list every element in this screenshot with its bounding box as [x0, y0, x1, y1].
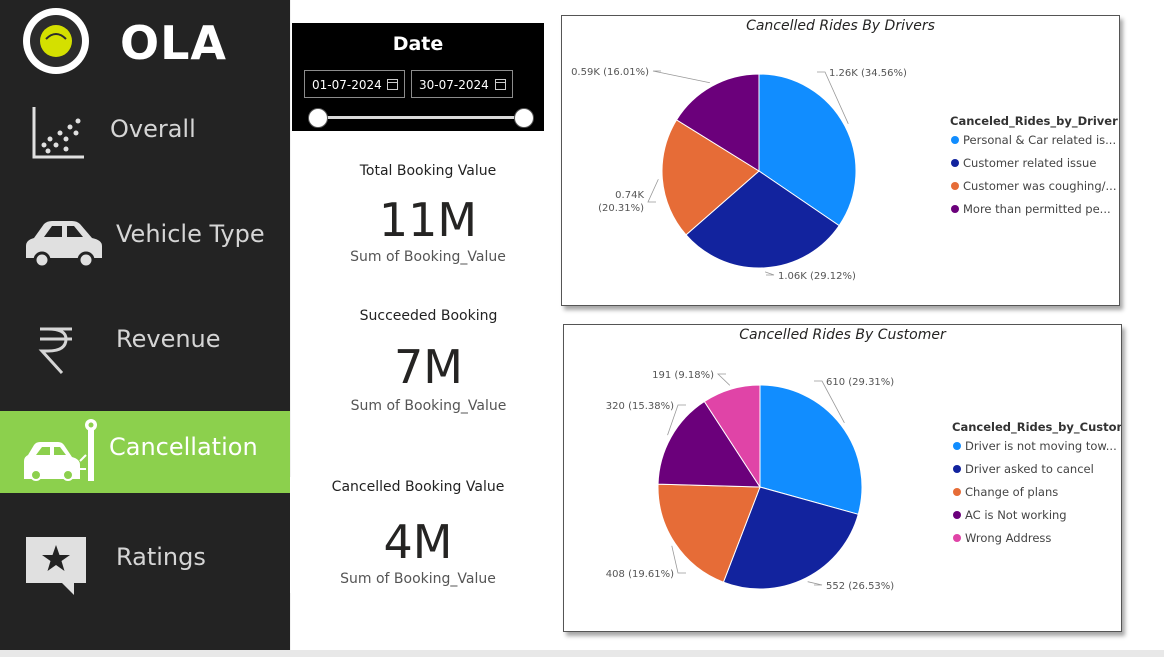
legend-title: Canceled_Rides_by_Driver — [950, 114, 1118, 129]
sidebar-item-ratings[interactable]: Ratings — [0, 521, 290, 603]
date-range-start-handle[interactable] — [308, 108, 328, 128]
sidebar-item-overall[interactable]: Overall — [0, 93, 290, 175]
legend-item[interactable]: AC is Not working — [965, 508, 1067, 522]
leader-line — [652, 70, 710, 84]
legend-marker — [953, 488, 961, 496]
legend-marker — [951, 159, 959, 167]
legend-marker — [953, 534, 961, 542]
succeeded-booking-card: Succeeded Booking 7M Sum of Booking_Valu… — [304, 306, 553, 419]
total-booking-value-card: Total Booking Value 11M Sum of Booking_V… — [307, 161, 549, 267]
card-subtitle: Sum of Booking_Value — [350, 249, 506, 265]
leader-line — [807, 581, 823, 586]
end-date-input[interactable]: 30-07-2024 — [411, 70, 513, 98]
sidebar-item-label: Ratings — [116, 543, 206, 571]
legend-marker — [953, 511, 961, 519]
ola-logo: OLA — [20, 6, 230, 76]
legend-item[interactable]: Customer was coughing/... — [963, 179, 1116, 193]
legend-marker — [951, 205, 959, 213]
pie-chart-customer: 610 (29.31%) 552 (26.53%) 408 (19.61%) 320 … — [606, 370, 1121, 592]
scatter-chart-icon — [32, 107, 84, 159]
legend-marker — [951, 182, 959, 190]
legend-item[interactable]: Wrong Address — [965, 531, 1051, 545]
car-crash-icon — [24, 419, 97, 481]
sidebar-item-revenue[interactable]: Revenue — [0, 303, 290, 385]
card-value: 7M — [394, 340, 463, 394]
ola-logo-mark — [23, 8, 89, 74]
data-label: 191 (9.18%) — [652, 370, 714, 381]
start-date-input[interactable]: 01-07-2024 — [304, 70, 405, 98]
legend-title: Canceled_Rides_by_Custom... — [952, 420, 1121, 435]
car-icon — [26, 221, 102, 269]
card-title: Succeeded Booking — [359, 308, 498, 324]
logo-text: OLA — [120, 16, 228, 70]
cancelled-booking-value-card: Cancelled Booking Value 4M Sum of Bookin… — [290, 477, 546, 593]
leader-line — [647, 179, 659, 203]
legend-item[interactable]: Change of plans — [965, 485, 1058, 499]
legend-item[interactable]: Personal & Car related is... — [963, 133, 1116, 147]
sidebar-item-label: Overall — [110, 115, 196, 143]
legend-marker — [953, 465, 961, 473]
leader-line — [717, 373, 731, 386]
card-subtitle: Sum of Booking_Value — [340, 571, 496, 587]
star-chat-icon — [26, 537, 86, 595]
data-label: 408 (19.61%) — [606, 569, 674, 580]
sidebar-item-vehicle-type[interactable]: Vehicle Type — [0, 198, 290, 280]
legend-item[interactable]: More than permitted pe... — [963, 202, 1111, 216]
calendar-icon[interactable] — [495, 79, 506, 90]
card-value: 4M — [383, 515, 453, 569]
card-title: Total Booking Value — [359, 163, 497, 179]
pie-chart-drivers: 1.26K (34.56%) 1.06K (29.12%) 0.74K (20.31%… — [571, 67, 1118, 282]
bottom-strip — [0, 650, 1164, 657]
data-label: 0.59K (16.01%) — [571, 67, 649, 78]
rupee-icon — [38, 327, 72, 375]
date-slicer: Date 01-07-2024 30-07-2024 — [292, 23, 544, 131]
data-label: 1.06K (29.12%) — [778, 271, 856, 282]
cancelled-rides-by-drivers-chart: Cancelled Rides By Drivers 1.26K (34.56%… — [561, 15, 1120, 306]
date-range-slider-track[interactable] — [318, 116, 518, 119]
sidebar-item-cancellation[interactable]: Cancellation — [0, 411, 290, 493]
legend-marker — [951, 136, 959, 144]
legend-item[interactable]: Driver is not moving tow... — [965, 439, 1117, 453]
legend-marker — [953, 442, 961, 450]
legend-item[interactable]: Customer related issue — [963, 156, 1096, 170]
data-label: 610 (29.31%) — [826, 377, 894, 388]
data-label: (20.31%) — [598, 203, 644, 214]
data-label: 320 (15.38%) — [606, 401, 674, 412]
end-date-value: 30-07-2024 — [419, 78, 489, 92]
calendar-icon[interactable] — [387, 79, 398, 90]
sidebar-item-label: Vehicle Type — [116, 220, 265, 248]
legend-item[interactable]: Driver asked to cancel — [965, 462, 1094, 476]
data-label: 552 (26.53%) — [826, 581, 894, 592]
leader-line — [764, 271, 775, 276]
card-title: Cancelled Booking Value — [331, 479, 505, 495]
date-range-end-handle[interactable] — [514, 108, 534, 128]
sidebar: OLA Overall Vehicle Type Revenue Cancell… — [0, 0, 290, 650]
start-date-value: 01-07-2024 — [312, 78, 382, 92]
data-label: 1.26K (34.56%) — [829, 68, 907, 79]
card-subtitle: Sum of Booking_Value — [350, 398, 507, 414]
date-slicer-title: Date — [392, 33, 444, 55]
data-label: 0.74K — [615, 190, 644, 201]
sidebar-item-label: Revenue — [116, 325, 221, 353]
card-value: 11M — [378, 193, 478, 247]
sidebar-item-label: Cancellation — [109, 433, 258, 461]
cancelled-rides-by-customer-chart: Cancelled Rides By Customer 610 (29.31%)… — [563, 324, 1122, 632]
